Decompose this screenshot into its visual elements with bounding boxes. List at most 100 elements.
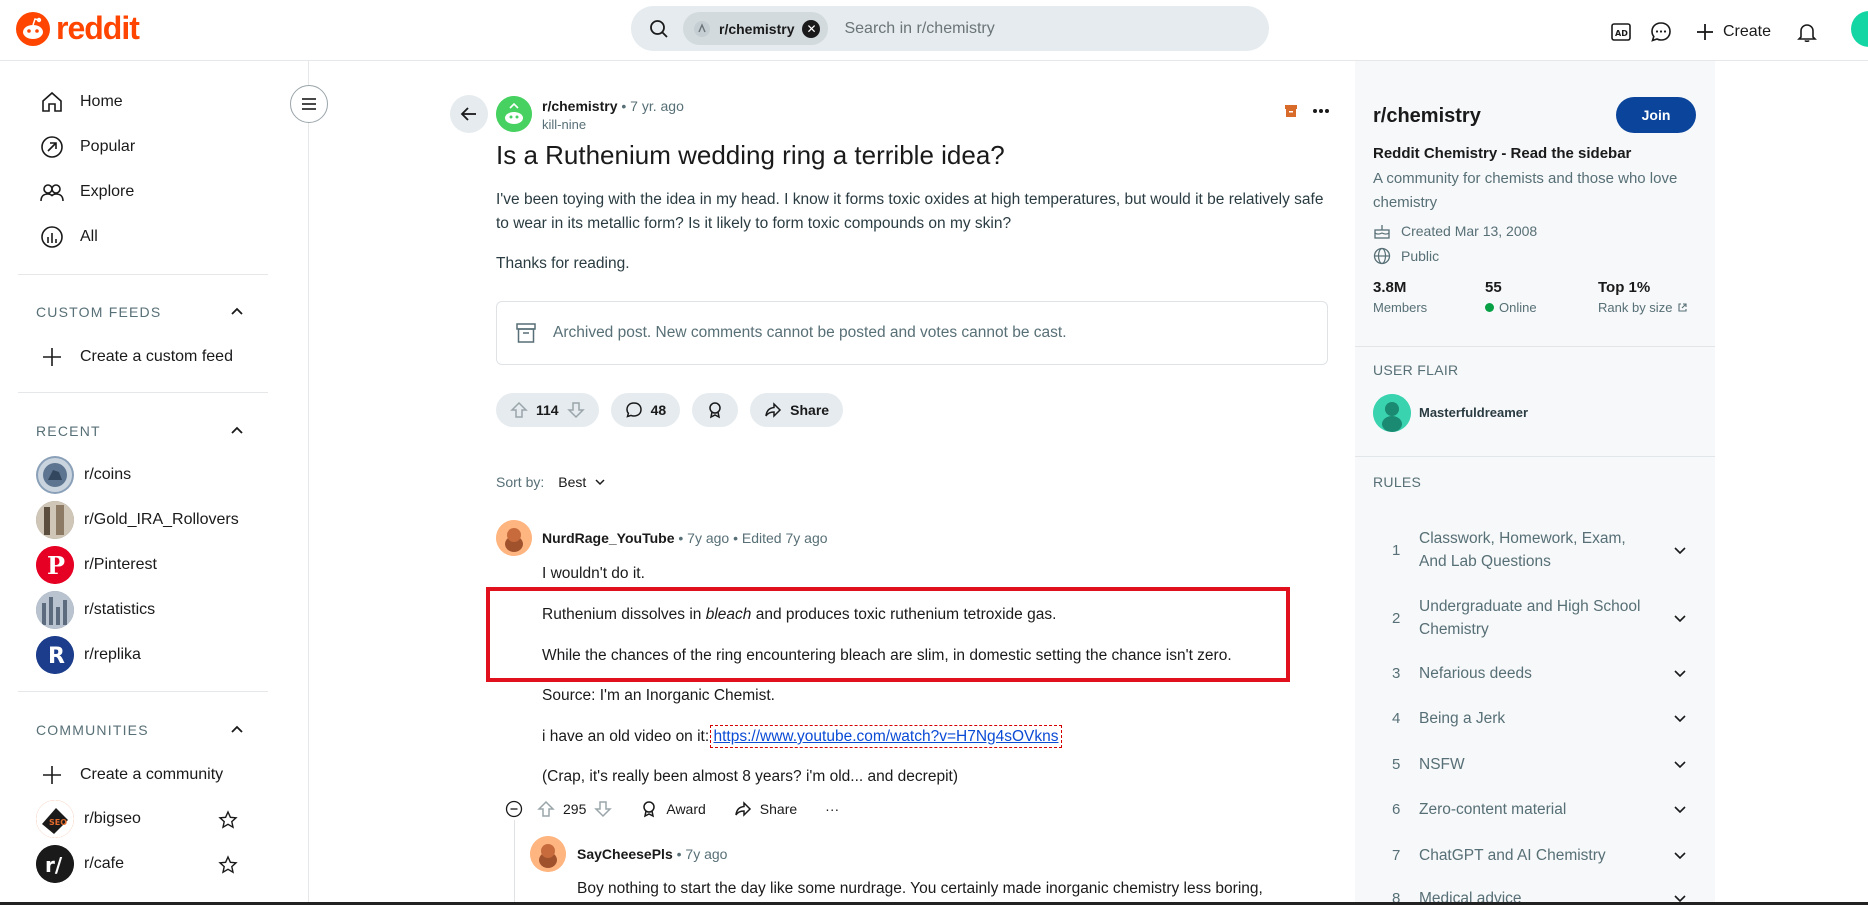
community-title: r/chemistry xyxy=(1373,105,1481,127)
youtube-link[interactable]: https://www.youtube.com/watch?v=H7Ng4sOV… xyxy=(710,725,1062,748)
home-icon xyxy=(38,90,66,114)
search-input[interactable] xyxy=(844,19,1205,38)
rule-number: 5 xyxy=(1392,755,1401,773)
chevron-down-icon[interactable] xyxy=(1673,802,1687,816)
comment-author[interactable]: NurdRage_YouTube xyxy=(542,530,675,546)
rule-text: NSFW xyxy=(1419,755,1465,773)
upvote-icon[interactable] xyxy=(510,401,528,419)
rank-label[interactable]: Rank by size xyxy=(1598,300,1672,315)
rule-item[interactable]: 2 Undergraduate and High School Chemistr… xyxy=(1373,595,1693,641)
recent-item[interactable]: r/Gold_IRA_Rollovers xyxy=(36,500,239,540)
rule-text: Zero-content material xyxy=(1419,800,1567,818)
sort-dropdown[interactable]: Best xyxy=(558,474,606,490)
create-button[interactable]: Create xyxy=(1689,12,1777,52)
recent-item[interactable]: R r/replika xyxy=(36,635,141,675)
comment-more-button[interactable]: ··· xyxy=(825,801,839,817)
svg-text:r/: r/ xyxy=(45,853,63,877)
flair-username[interactable]: Masterfuldreamer xyxy=(1419,405,1528,420)
community-item[interactable]: r/ r/cafe xyxy=(36,844,124,884)
chevron-up-icon[interactable] xyxy=(228,303,246,321)
chevron-up-icon[interactable] xyxy=(228,721,246,739)
divider xyxy=(18,691,268,692)
nav-home[interactable]: Home xyxy=(38,82,268,122)
comment-actions: 295 Award Share ··· xyxy=(505,800,839,818)
clear-chip-icon[interactable]: ✕ xyxy=(802,19,821,38)
back-button[interactable] xyxy=(450,95,488,133)
rule-item[interactable]: 7 ChatGPT and AI Chemistry xyxy=(1373,843,1693,867)
chevron-up-icon[interactable] xyxy=(228,422,246,440)
advertise-button[interactable]: AD xyxy=(1601,12,1641,52)
recent-item[interactable]: r/coins xyxy=(36,455,131,495)
create-community-label: Create a community xyxy=(80,766,224,783)
star-icon[interactable] xyxy=(218,810,238,830)
reddit-alien-icon xyxy=(16,11,50,46)
comment-line: (Crap, it's really been almost 8 years? … xyxy=(542,768,958,785)
members-stat: 3.8M Members xyxy=(1373,279,1427,315)
user-avatar[interactable] xyxy=(1851,11,1868,47)
subreddit-avatar[interactable] xyxy=(496,96,532,132)
rule-item[interactable]: 1 Classwork, Homework, Exam, And Lab Que… xyxy=(1373,527,1693,573)
reply-author[interactable]: SayCheesePls xyxy=(577,846,673,862)
chat-button[interactable] xyxy=(1641,12,1681,52)
downvote-icon[interactable] xyxy=(594,800,613,818)
nav-popular[interactable]: Popular xyxy=(38,127,268,167)
comment-share-button[interactable]: Share xyxy=(734,800,797,818)
thread-line xyxy=(514,820,515,905)
rule-item[interactable]: 5 NSFW xyxy=(1373,752,1693,776)
members-value: 3.8M xyxy=(1373,279,1407,296)
left-sidebar: Home Popular Explore All CUSTOM FEEDS Cr… xyxy=(0,61,309,905)
vote-control: 114 xyxy=(496,393,599,427)
chevron-down-icon[interactable] xyxy=(1673,711,1687,725)
chevron-down-icon[interactable] xyxy=(1673,757,1687,771)
community-avatar xyxy=(36,591,74,629)
upvote-icon[interactable] xyxy=(537,800,555,818)
archive-icon xyxy=(1284,104,1298,118)
comment-meta: NurdRage_YouTube • 7y ago • Edited 7y ag… xyxy=(542,530,828,546)
search-scope-chip[interactable]: r/chemistry ✕ xyxy=(683,12,829,45)
more-options-icon[interactable] xyxy=(1312,108,1330,114)
join-button[interactable]: Join xyxy=(1616,97,1696,133)
create-community[interactable]: Create a community xyxy=(38,755,268,795)
chevron-down-icon[interactable] xyxy=(1673,666,1687,680)
sort-label: Sort by: xyxy=(496,474,545,490)
chevron-down-icon[interactable] xyxy=(1673,611,1687,625)
chevron-down-icon[interactable] xyxy=(1673,848,1687,862)
rule-item[interactable]: 8 Medical advice xyxy=(1373,886,1693,910)
rule-item[interactable]: 4 Being a Jerk xyxy=(1373,706,1693,730)
comments-button[interactable]: 48 xyxy=(610,393,681,427)
rule-item[interactable]: 6 Zero-content material xyxy=(1373,797,1693,821)
nav-explore-label: Explore xyxy=(80,183,135,200)
reply-avatar[interactable] xyxy=(530,836,566,872)
recent-item[interactable]: r/statistics xyxy=(36,590,155,630)
recent-item[interactable]: P r/Pinterest xyxy=(36,545,157,585)
nav-explore[interactable]: Explore xyxy=(38,172,268,212)
share-button[interactable]: Share xyxy=(750,393,844,427)
comment-award-button[interactable]: Award xyxy=(640,800,706,818)
award-button[interactable] xyxy=(692,393,739,427)
collapse-thread-icon[interactable] xyxy=(505,800,523,818)
community-avatar xyxy=(36,456,74,494)
community-item[interactable]: SEO r/bigseo xyxy=(36,799,141,839)
community-label: r/bigseo xyxy=(84,810,141,827)
reply-age: • 7y ago xyxy=(676,846,728,862)
replika-icon: R xyxy=(36,636,74,674)
collapse-sidebar-button[interactable] xyxy=(290,85,328,123)
nav-all[interactable]: All xyxy=(38,217,268,257)
reddit-logo[interactable]: reddit xyxy=(16,10,140,47)
bell-icon xyxy=(1797,24,1817,43)
post-author[interactable]: kill-nine xyxy=(542,117,586,132)
comment-avatar[interactable] xyxy=(496,520,532,556)
chevron-down-icon[interactable] xyxy=(1673,543,1687,557)
downvote-icon[interactable] xyxy=(566,401,585,419)
create-custom-feed[interactable]: Create a custom feed xyxy=(38,337,268,377)
created-date: Created Mar 13, 2008 xyxy=(1401,223,1538,239)
notifications-button[interactable] xyxy=(1787,12,1827,52)
plus-icon xyxy=(38,764,66,786)
rule-item[interactable]: 3 Nefarious deeds xyxy=(1373,661,1693,685)
community-avatar xyxy=(36,501,74,539)
star-icon[interactable] xyxy=(218,855,238,875)
award-icon xyxy=(706,401,724,419)
post-subreddit-link[interactable]: r/chemistry xyxy=(542,98,617,114)
post-meta: r/chemistry • 7 yr. ago xyxy=(542,98,684,114)
search-bar[interactable]: r/chemistry ✕ xyxy=(631,6,1269,51)
